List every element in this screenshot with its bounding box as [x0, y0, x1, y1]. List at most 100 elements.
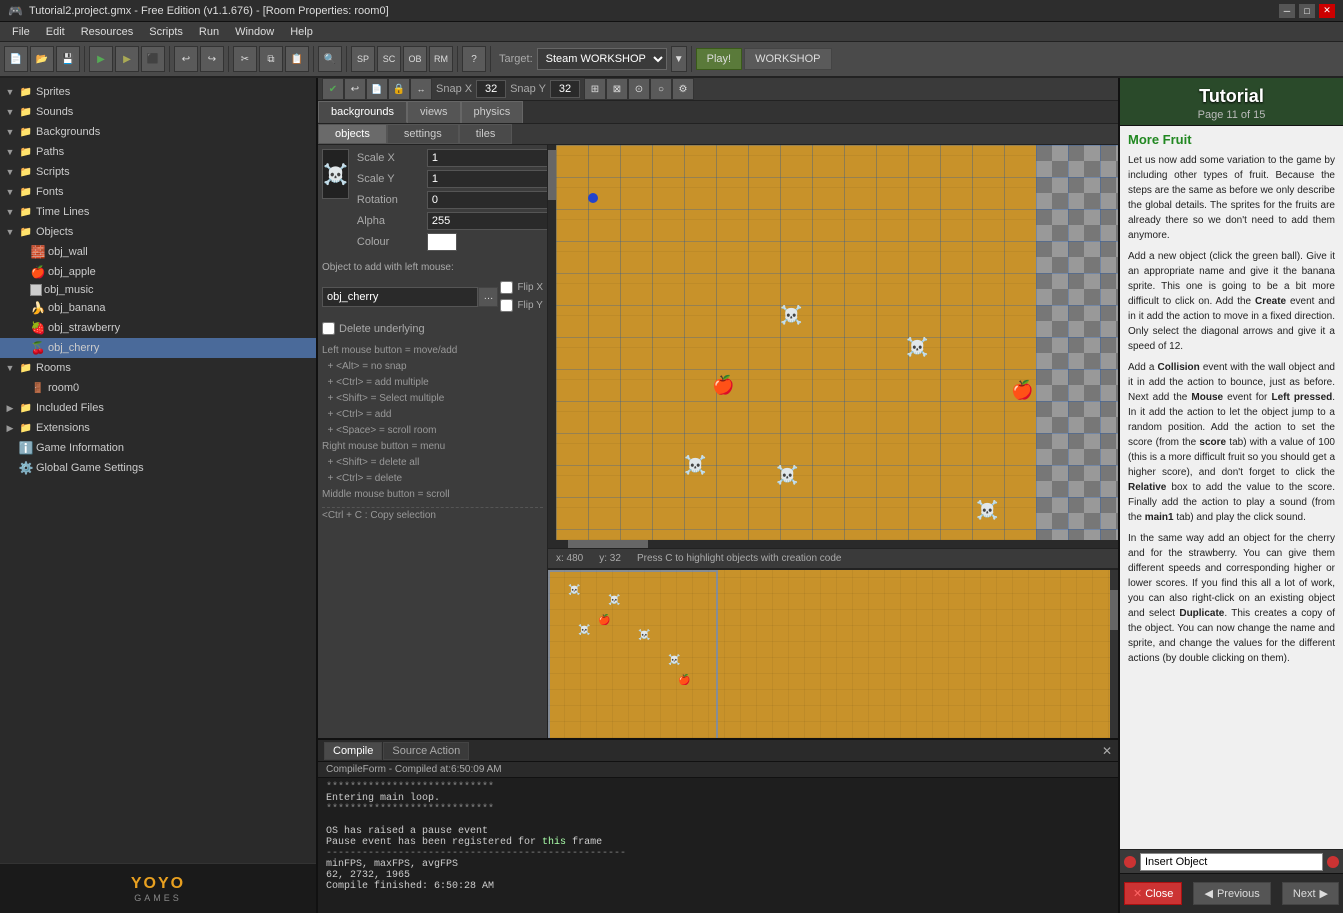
tb-help[interactable]: ?: [462, 46, 486, 72]
tb-undo[interactable]: ↩: [174, 46, 198, 72]
tb-dropdown[interactable]: ▼: [671, 46, 687, 72]
extensions-folder-icon: 📁: [18, 420, 34, 436]
snap-y-input[interactable]: [550, 80, 580, 98]
flip-y-checkbox[interactable]: [500, 299, 513, 312]
tb-paste[interactable]: 📋: [285, 46, 309, 72]
room-tb-dot[interactable]: ⊙: [628, 78, 650, 100]
prev-label: Previous: [1217, 888, 1260, 900]
tree-item-obj-music[interactable]: obj_music: [0, 282, 316, 298]
tutorial-next-button[interactable]: Next ▶: [1282, 882, 1339, 905]
room-tb-lock[interactable]: 🔒: [388, 78, 410, 100]
menu-window[interactable]: Window: [227, 24, 282, 40]
maximize-button[interactable]: □: [1299, 4, 1315, 18]
tree-item-global-settings[interactable]: ⚙️ Global Game Settings: [0, 458, 316, 478]
tb-play-green[interactable]: ▶: [89, 46, 113, 72]
instructions: Left mouse button = move/add + <Alt> = n…: [322, 343, 543, 503]
tb-new[interactable]: 📄: [4, 46, 28, 72]
tree-item-room0[interactable]: 🚪 room0: [0, 378, 316, 398]
compile-close-icon[interactable]: ✕: [1102, 744, 1112, 758]
tab-physics[interactable]: physics: [461, 101, 524, 123]
target-select[interactable]: Steam WORKSHOP: [537, 48, 667, 70]
tree-folder-paths[interactable]: ▼ 📁 Paths: [0, 142, 316, 162]
tree-item-obj-strawberry[interactable]: 🍓 obj_strawberry: [0, 318, 316, 338]
tree-folder-sounds[interactable]: ▼ 📁 Sounds: [0, 102, 316, 122]
tb-sprite[interactable]: SP: [351, 46, 375, 72]
tree-item-obj-cherry[interactable]: 🍒 obj_cherry: [0, 338, 316, 358]
rotation-input[interactable]: [427, 191, 548, 209]
room-tb-move[interactable]: ↔: [410, 78, 432, 100]
tree-folder-timelines[interactable]: ▼ 📁 Time Lines: [0, 202, 316, 222]
snap-x-input[interactable]: [476, 80, 506, 98]
tree-folder-extensions[interactable]: ▶ 📁 Extensions: [0, 418, 316, 438]
canvas-vscroll[interactable]: [548, 145, 556, 540]
tree-folder-backgrounds[interactable]: ▼ 📁 Backgrounds: [0, 122, 316, 142]
obj-wall-icon: 🧱: [30, 244, 46, 260]
tree-item-obj-wall[interactable]: 🧱 obj_wall: [0, 242, 316, 262]
flip-x-checkbox[interactable]: [500, 281, 513, 294]
play-button[interactable]: Play!: [696, 48, 742, 70]
tb-script[interactable]: SC: [377, 46, 401, 72]
tree-folder-scripts[interactable]: ▼ 📁 Scripts: [0, 162, 316, 182]
workshop-button[interactable]: WORKSHOP: [744, 48, 831, 70]
room-canvas[interactable]: ☠️ ☠️ ☠️ ☠️ ☠️ ☠️ 🍎 🍎 🍎: [556, 145, 1118, 540]
tree-item-game-info[interactable]: ℹ️ Game Information: [0, 438, 316, 458]
included-files-label: Included Files: [36, 402, 104, 414]
tb-cut[interactable]: ✂: [233, 46, 257, 72]
tb-obj[interactable]: OB: [403, 46, 427, 72]
paths-label: Paths: [36, 146, 64, 158]
tree-folder-rooms[interactable]: ▼ 📁 Rooms: [0, 358, 316, 378]
scale-x-input[interactable]: [427, 149, 548, 167]
menu-run[interactable]: Run: [191, 24, 227, 40]
room-tb-new[interactable]: 📄: [366, 78, 388, 100]
menu-help[interactable]: Help: [282, 24, 321, 40]
tab-views[interactable]: views: [407, 101, 461, 123]
tree-item-obj-banana[interactable]: 🍌 obj_banana: [0, 298, 316, 318]
subtab-settings[interactable]: settings: [387, 124, 459, 144]
room-tb-check[interactable]: ✔: [322, 78, 344, 100]
tb-room[interactable]: RM: [429, 46, 453, 72]
tb-copy[interactable]: ⧉: [259, 46, 283, 72]
room-tb-grid2[interactable]: ⊠: [606, 78, 628, 100]
tb-stop[interactable]: ⬛: [141, 46, 165, 72]
room-tb-grid[interactable]: ⊞: [584, 78, 606, 100]
menu-edit[interactable]: Edit: [38, 24, 73, 40]
sounds-folder-icon: 📁: [18, 104, 34, 120]
scale-y-input[interactable]: [427, 170, 548, 188]
sounds-label: Sounds: [36, 106, 73, 118]
tutorial-prev-button[interactable]: ◀ Previous: [1193, 882, 1270, 905]
tree-item-obj-apple[interactable]: 🍎 obj_apple: [0, 262, 316, 282]
compile-tab-source[interactable]: Source Action: [383, 742, 469, 760]
room-tb-gear[interactable]: ⚙: [672, 78, 694, 100]
room-tb-circle[interactable]: ○: [650, 78, 672, 100]
delete-underlying-checkbox[interactable]: [322, 322, 335, 335]
tree-folder-fonts[interactable]: ▼ 📁 Fonts: [0, 182, 316, 202]
object-name-input[interactable]: [322, 287, 478, 307]
minimap-scrollbar[interactable]: [1110, 570, 1118, 738]
close-button[interactable]: ✕: [1319, 4, 1335, 18]
colour-swatch[interactable]: [427, 233, 457, 251]
tb-play-yellow[interactable]: ▶: [115, 46, 139, 72]
target-area: Target: Steam WORKSHOP ▼: [499, 46, 687, 72]
tb-open[interactable]: 📂: [30, 46, 54, 72]
alpha-input[interactable]: [427, 212, 548, 230]
tb-search[interactable]: 🔍: [318, 46, 342, 72]
obj-select-btn[interactable]: …: [478, 287, 498, 307]
canvas-hscroll[interactable]: [548, 540, 1118, 548]
room-tb-undo-arrow[interactable]: ↩: [344, 78, 366, 100]
subtab-tiles[interactable]: tiles: [459, 124, 513, 144]
tree-folder-sprites[interactable]: ▼ 📁 Sprites: [0, 82, 316, 102]
insert-object-input[interactable]: [1140, 853, 1323, 871]
tb-redo[interactable]: ↪: [200, 46, 224, 72]
menu-resources[interactable]: Resources: [73, 24, 142, 40]
tab-backgrounds[interactable]: backgrounds: [318, 101, 407, 123]
tree-folder-included[interactable]: ▶ 📁 Included Files: [0, 398, 316, 418]
tb-save[interactable]: 💾: [56, 46, 80, 72]
compile-tab-compile[interactable]: Compile: [324, 742, 382, 760]
menu-file[interactable]: File: [4, 24, 38, 40]
tree-folder-objects[interactable]: ▼ 📁 Objects: [0, 222, 316, 242]
subtab-objects[interactable]: objects: [318, 124, 387, 144]
minimize-button[interactable]: ─: [1279, 4, 1295, 18]
tutorial-close-button[interactable]: ✕ Close: [1124, 882, 1182, 905]
menu-scripts[interactable]: Scripts: [141, 24, 191, 40]
menu-bar: File Edit Resources Scripts Run Window H…: [0, 22, 1343, 42]
